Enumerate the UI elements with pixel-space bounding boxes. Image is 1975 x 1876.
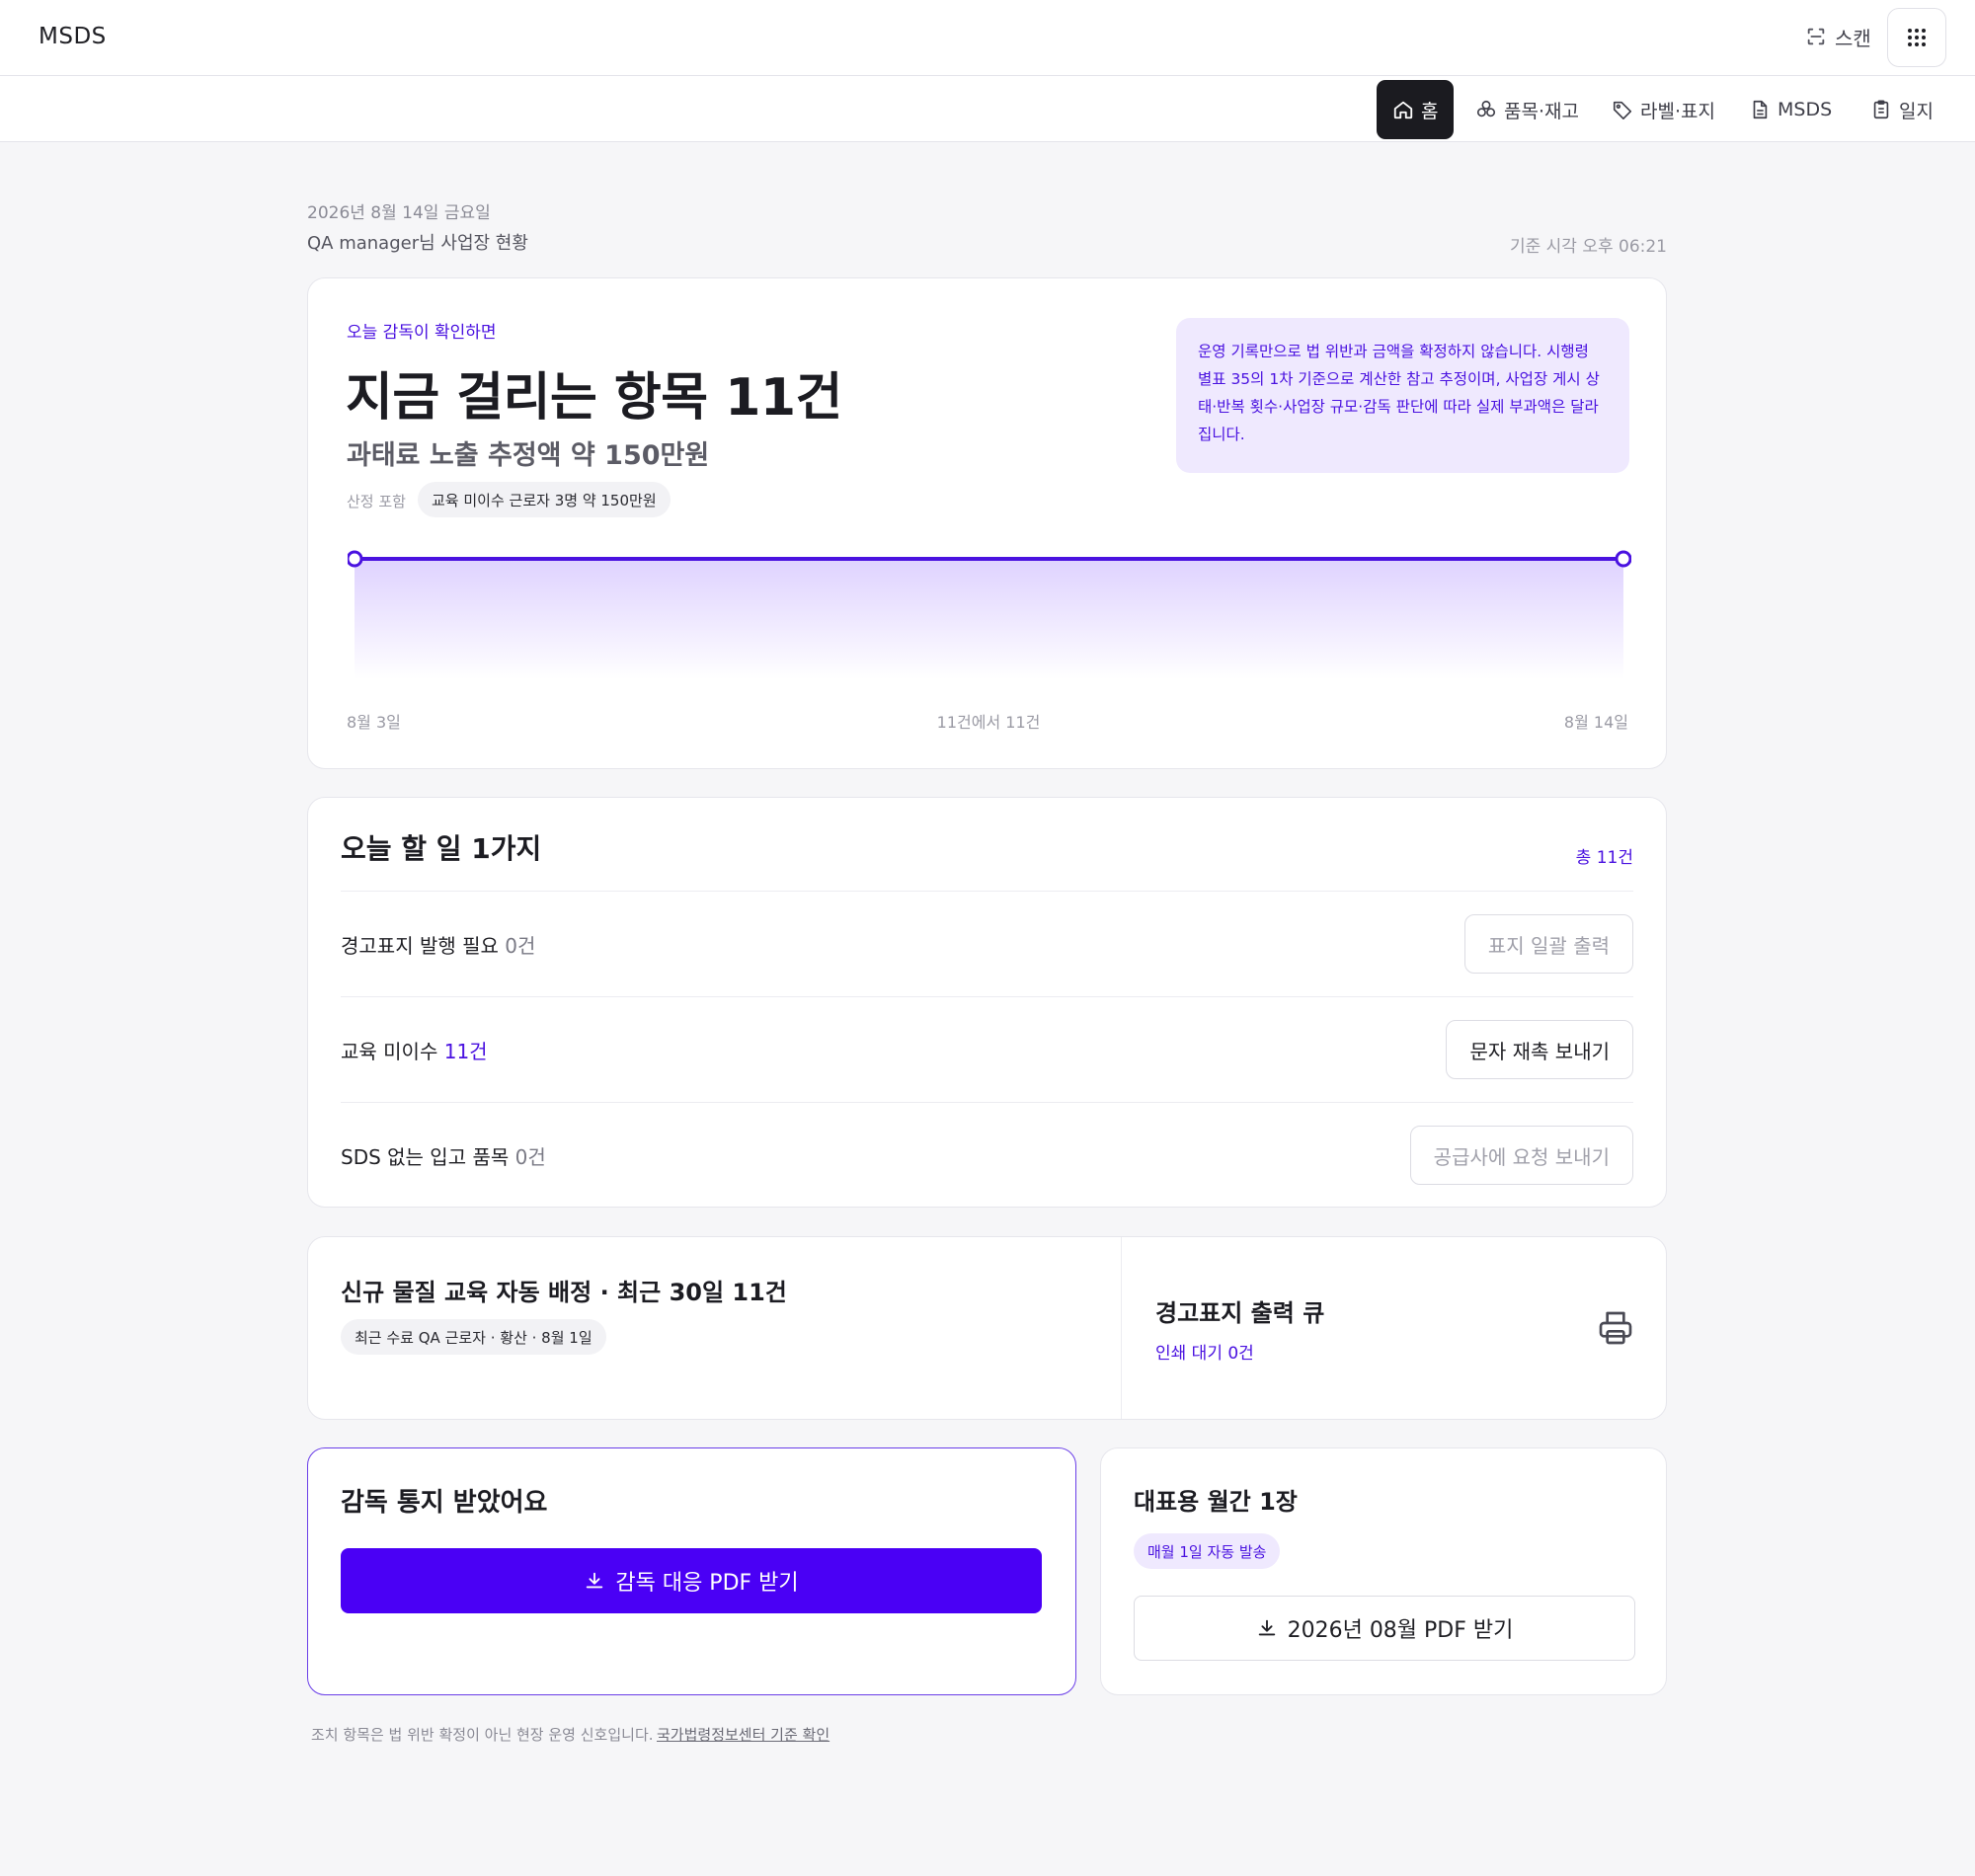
- tab-items-label: 품목·재고: [1504, 100, 1579, 122]
- boxes-icon: [1476, 100, 1496, 117]
- x-end-label: 8월 14일: [1563, 713, 1628, 732]
- printer-icon[interactable]: [1596, 1308, 1635, 1348]
- tag-icon: [1613, 101, 1632, 119]
- tab-home-label: 홈: [1421, 100, 1439, 122]
- task-warning-sign: 경고표지 발행 필요 0건: [341, 930, 535, 959]
- task-count: 0건: [514, 1145, 546, 1169]
- today-tasks-card: 오늘 할 일 1가지 총 11건 경고표지 발행 필요 0건 표지 일괄 출력 …: [307, 797, 1667, 1208]
- document-icon: [1753, 100, 1768, 119]
- audit-pdf-button[interactable]: 감독 대응 PDF 받기: [341, 1548, 1042, 1613]
- scan-button[interactable]: 스캔: [1805, 21, 1871, 52]
- hero-kicker: 오늘 감독이 확인하면: [347, 323, 497, 343]
- main-nav: 홈 품목·재고 라벨·표지 MSDS 일지: [0, 76, 1975, 142]
- tab-journal-label: 일지: [1899, 100, 1934, 122]
- task-label: SDS 없는 입고 품목: [341, 1145, 515, 1169]
- scan-label: 스캔: [1835, 26, 1871, 50]
- task-count: 0건: [505, 934, 536, 958]
- fine-estimate: 과태료 노출 추정액 약 150만원: [347, 440, 710, 471]
- trend-end-point: [1615, 550, 1631, 568]
- tab-journal[interactable]: 일지: [1870, 80, 1934, 139]
- task-missing-sds: SDS 없는 입고 품목 0건: [341, 1141, 546, 1170]
- trend-start-point: [348, 550, 363, 568]
- tab-msds[interactable]: MSDS: [1749, 80, 1832, 139]
- download-icon: [587, 1572, 603, 1589]
- monthly-pdf-label: 2026년 08월 PDF 받기: [1287, 1618, 1514, 1643]
- grid-icon: [1908, 29, 1926, 46]
- tab-items-inventory[interactable]: 품목·재고: [1475, 80, 1579, 139]
- divider: [341, 891, 1633, 892]
- scan-icon: [1807, 28, 1825, 45]
- divider: [341, 996, 1633, 997]
- monthly-pdf-button[interactable]: 2026년 08월 PDF 받기: [1134, 1596, 1635, 1661]
- education-title: 신규 물질 교육 자동 배정 · 최근 30일 11건: [341, 1279, 787, 1306]
- vertical-divider: [1121, 1237, 1122, 1419]
- print-queue-title: 경고표지 출력 큐: [1155, 1299, 1325, 1327]
- auto-send-badge: 매월 1일 자동 발송: [1134, 1533, 1281, 1569]
- task-count: 11건: [443, 1040, 488, 1063]
- send-sms-reminder-button[interactable]: 문자 재촉 보내기: [1446, 1020, 1633, 1079]
- app-menu-button[interactable]: [1887, 8, 1946, 67]
- x-start-label: 8월 3일: [347, 713, 401, 732]
- disclaimer-notice: 운영 기록만으로 법 위반과 금액을 확정하지 않습니다. 시행령 별표 35의…: [1176, 318, 1629, 473]
- hero-title: 지금 걸리는 항목 11건: [346, 368, 842, 428]
- education-queue-card: 신규 물질 교육 자동 배정 · 최근 30일 11건 최근 수료 QA 근로자…: [307, 1236, 1667, 1420]
- home-icon: [1393, 101, 1413, 119]
- included-label: 산정 포함: [347, 493, 406, 510]
- basis-time: 기준 시각 오후 06:21: [1509, 237, 1667, 257]
- print-queue-status: 인쇄 대기 0건: [1155, 1344, 1254, 1364]
- today-tasks-title: 오늘 할 일 1가지: [341, 832, 542, 865]
- tab-labels-label: 라벨·표지: [1640, 100, 1715, 122]
- current-date: 2026년 8월 14일 금요일: [307, 203, 491, 223]
- trend-area: [355, 559, 1623, 679]
- recent-completion-pill: 최근 수료 QA 근로자 · 황산 · 8월 1일: [341, 1319, 606, 1355]
- task-education-incomplete: 교육 미이수 11건: [341, 1036, 488, 1064]
- exposure-summary-card: 오늘 감독이 확인하면 지금 걸리는 항목 11건 과태료 노출 추정액 약 1…: [307, 277, 1667, 769]
- trend-chart: [348, 550, 1631, 679]
- task-label: 교육 미이수: [341, 1040, 444, 1063]
- download-icon: [1258, 1619, 1275, 1636]
- task-label: 경고표지 발행 필요: [341, 934, 506, 958]
- top-bar: MSDS 스캔: [0, 0, 1975, 76]
- site-greeting: QA manager님 사업장 현황: [307, 233, 528, 254]
- law-center-link[interactable]: 국가법령정보센터 기준 확인: [657, 1724, 830, 1745]
- footer-note: 조치 항목은 법 위반 확정이 아닌 현장 운영 신호입니다.: [311, 1726, 654, 1744]
- clipboard-icon: [1873, 100, 1889, 119]
- app-brand[interactable]: MSDS: [39, 24, 107, 49]
- divider: [341, 1102, 1633, 1103]
- tab-msds-label: MSDS: [1778, 99, 1833, 120]
- tab-home[interactable]: 홈: [1377, 80, 1455, 139]
- today-tasks-total[interactable]: 총 11건: [1576, 843, 1633, 868]
- monthly-title: 대표용 월간 1장: [1134, 1488, 1298, 1516]
- monthly-report-card: 대표용 월간 1장 매월 1일 자동 발송 2026년 08월 PDF 받기: [1100, 1447, 1667, 1695]
- included-tag: 교육 미이수 근로자 3명 약 150만원: [418, 482, 671, 517]
- audit-title: 감독 통지 받았어요: [341, 1488, 548, 1518]
- tab-labels-signs[interactable]: 라벨·표지: [1612, 80, 1715, 139]
- request-supplier-button[interactable]: 공급사에 요청 보내기: [1409, 1126, 1633, 1185]
- chart-center-label: 11건에서 11건: [936, 713, 1041, 732]
- print-signs-button[interactable]: 표지 일괄 출력: [1463, 914, 1633, 974]
- audit-pdf-label: 감독 대응 PDF 받기: [615, 1571, 799, 1596]
- audit-notice-card: 감독 통지 받았어요 감독 대응 PDF 받기: [307, 1447, 1076, 1695]
